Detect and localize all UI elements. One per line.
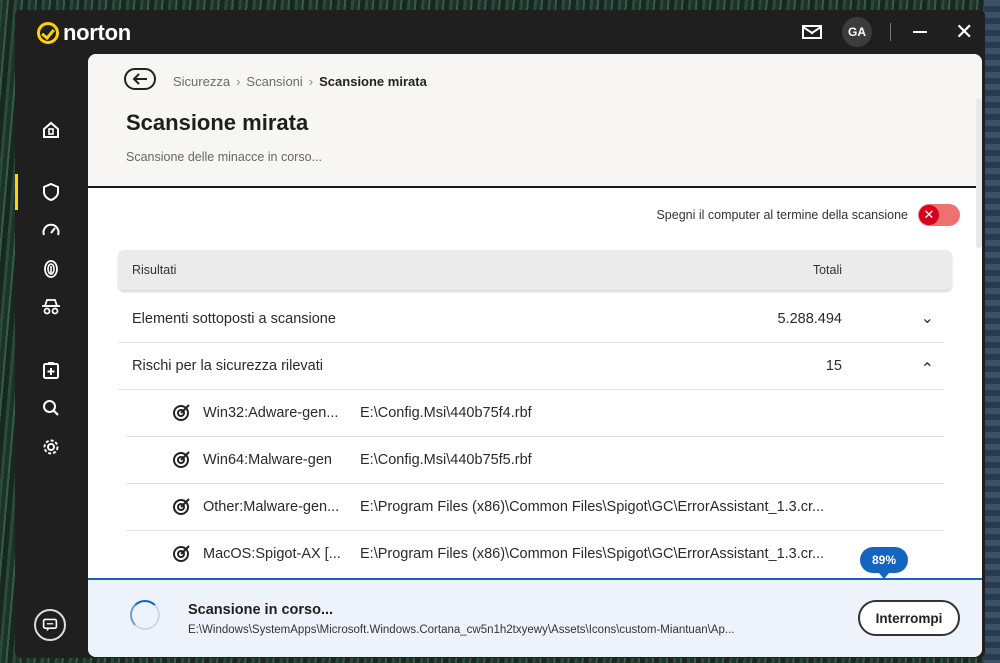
title-bar: norton GA ✕ [15, 10, 985, 54]
sidebar [15, 54, 87, 658]
threat-row[interactable]: Win64:Malware-gen E:\Config.Msi\440b75f5… [126, 437, 944, 484]
breadcrumb-current: Scansione mirata [319, 74, 427, 89]
threat-name: MacOS:Spigot-AX [... [203, 546, 341, 562]
chevron-down-icon[interactable]: ⌄ [921, 308, 934, 328]
shutdown-option: Spegni il computer al termine della scan… [656, 204, 960, 226]
threat-name: Win32:Adware-gen... [203, 405, 339, 421]
row-value: 15 [825, 358, 842, 374]
close-icon: ✕ [919, 205, 939, 225]
fingerprint-icon [44, 260, 58, 278]
sidebar-item-privacy[interactable] [15, 251, 87, 287]
chat-support-button[interactable] [34, 609, 66, 641]
incognito-icon [42, 299, 60, 315]
target-threat-icon [173, 404, 190, 421]
breadcrumb: Sicurezza › Scansioni › Scansione mirata [173, 74, 427, 89]
gear-icon [43, 439, 59, 455]
threat-path: E:\Config.Msi\440b75f5.rbf [360, 452, 532, 468]
speedometer-icon [42, 223, 60, 236]
main-panel: Sicurezza › Scansioni › Scansione mirata… [88, 54, 982, 657]
back-button[interactable] [124, 68, 156, 90]
home-shield-icon [43, 121, 59, 138]
row-label: Rischi per la sicurezza rilevati [132, 358, 323, 374]
breadcrumb-security[interactable]: Sicurezza [173, 74, 230, 89]
sidebar-item-add[interactable] [15, 352, 87, 388]
threat-row[interactable]: Win32:Adware-gen... E:\Config.Msi\440b75… [126, 390, 944, 437]
page-title: Scansione mirata [126, 110, 309, 135]
close-button[interactable]: ✕ [955, 21, 973, 43]
norton-logo: norton [37, 20, 131, 46]
chevron-right-icon: › [308, 74, 314, 89]
sidebar-item-security[interactable] [15, 174, 87, 210]
scan-current-file: E:\Windows\SystemApps\Microsoft.Windows.… [188, 624, 735, 636]
row-scanned-items[interactable]: Elementi sottoposti a scansione 5.288.49… [118, 296, 944, 343]
desktop-edge [984, 0, 1000, 663]
stop-scan-button[interactable]: Interrompi [858, 600, 960, 636]
avatar[interactable]: GA [842, 17, 872, 47]
progress-percent-badge: 89% [860, 547, 908, 579]
breadcrumb-scans[interactable]: Scansioni [246, 74, 302, 89]
results-header: Risultati Totali [118, 250, 952, 290]
threat-path: E:\Program Files (x86)\Common Files\Spig… [360, 546, 825, 562]
sidebar-item-performance[interactable] [15, 212, 87, 248]
divider [890, 23, 891, 41]
norton-check-icon [37, 22, 59, 44]
sidebar-item-home[interactable] [15, 112, 87, 148]
search-icon [43, 400, 59, 416]
sidebar-item-online-privacy[interactable] [15, 289, 87, 325]
scrollbar[interactable] [976, 98, 982, 248]
shutdown-label: Spegni il computer al termine della scan… [656, 208, 908, 222]
page-subtitle: Scansione delle minacce in corso... [126, 150, 322, 164]
sidebar-item-settings[interactable] [15, 429, 87, 465]
page-header: Sicurezza › Scansioni › Scansione mirata… [88, 54, 982, 188]
chat-icon [42, 618, 58, 632]
row-risks-detected[interactable]: Rischi per la sicurezza rilevati 15 ⌃ [118, 343, 944, 390]
sidebar-item-search[interactable] [15, 390, 87, 426]
mail-icon[interactable] [802, 25, 822, 39]
threat-path: E:\Config.Msi\440b75f4.rbf [360, 405, 532, 421]
row-value: 5.288.494 [777, 311, 842, 327]
scan-status-title: Scansione in corso... [188, 602, 334, 618]
target-threat-icon [173, 498, 190, 515]
chevron-up-icon[interactable]: ⌃ [921, 359, 934, 379]
col-results: Risultati [132, 263, 177, 277]
threat-path: E:\Program Files (x86)\Common Files\Spig… [360, 499, 825, 515]
arrow-left-icon [132, 73, 147, 85]
progress-bar [88, 578, 884, 580]
threat-name: Other:Malware-gen... [203, 499, 340, 515]
threat-name: Win64:Malware-gen [203, 452, 332, 468]
norton-window: norton GA ✕ Sicurezza › Scansioni › Scan… [15, 10, 985, 658]
target-threat-icon [173, 451, 190, 468]
spinner-icon [130, 600, 160, 630]
minimize-button[interactable] [913, 31, 927, 33]
shield-icon [43, 182, 59, 202]
threat-row[interactable]: MacOS:Spigot-AX [... E:\Program Files (x… [126, 531, 944, 578]
target-threat-icon [173, 545, 190, 562]
scan-status-bar: Scansione in corso... E:\Windows\SystemA… [88, 578, 982, 657]
shutdown-toggle[interactable]: ✕ [918, 204, 960, 226]
brand-name: norton [63, 20, 131, 45]
threat-row[interactable]: Other:Malware-gen... E:\Program Files (x… [126, 484, 944, 531]
row-label: Elementi sottoposti a scansione [132, 311, 336, 327]
col-totals: Totali [812, 263, 842, 277]
chevron-right-icon: › [236, 74, 241, 89]
plus-clipboard-icon [43, 362, 59, 379]
